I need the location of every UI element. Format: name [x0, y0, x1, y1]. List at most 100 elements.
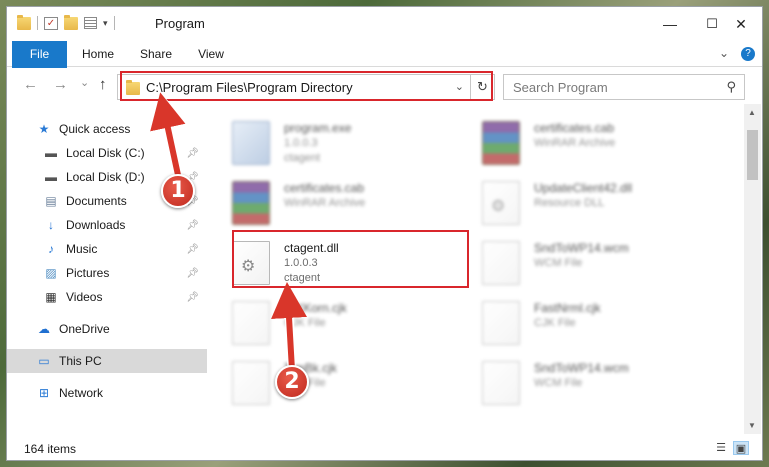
file-item[interactable]: SndToWP14.wcm WCM File — [462, 235, 702, 295]
pictures-icon: ▨ — [45, 266, 57, 280]
file-item[interactable]: TrmBk.cjk CJK File — [212, 355, 452, 415]
file-type: WinRAR Archive — [534, 137, 616, 149]
file-type: WinRAR Archive — [284, 197, 366, 209]
minimize-button[interactable]: — — [647, 7, 693, 41]
chevron-down-icon[interactable]: ▾ — [103, 18, 108, 29]
downloads-icon: ↓ — [48, 218, 54, 232]
recent-locations-button[interactable]: ⌄ — [80, 76, 89, 89]
scroll-down-icon[interactable]: ▼ — [748, 421, 756, 430]
pin-icon[interactable]: 📌︎ — [186, 268, 199, 279]
search-box[interactable]: ⚲ — [503, 74, 745, 100]
videos-icon: ▦ — [45, 290, 57, 304]
file-type: Resource DLL — [534, 197, 605, 209]
dll-file-icon: ⚙ — [482, 181, 520, 225]
large-icons-view-icon[interactable]: ▣ — [733, 441, 749, 455]
divider — [37, 16, 38, 30]
file-name: certificates.cab — [534, 121, 615, 135]
pin-icon[interactable]: 📌︎ — [186, 220, 199, 231]
sidebar-item-label: Documents — [66, 194, 127, 208]
sidebar-item-label: This PC — [59, 354, 102, 368]
application-icon — [232, 121, 270, 165]
status-bar: 164 items ☰ ▣ — [7, 434, 762, 460]
up-button[interactable]: ↑ — [99, 76, 107, 93]
file-item[interactable]: certificates.cab WinRAR Archive — [212, 175, 452, 235]
window-title: Program — [155, 16, 205, 31]
archive-icon — [482, 121, 520, 165]
file-item[interactable]: ⚙ UpdateClient42.dll Resource DLL — [462, 175, 702, 235]
properties-icon[interactable] — [84, 17, 97, 29]
new-folder-icon[interactable] — [64, 14, 78, 30]
file-type: CJK File — [534, 317, 576, 329]
address-bar[interactable]: C:\Program Files\Program Directory ⌄ ↻ — [117, 74, 495, 100]
drive-icon: ▬ — [45, 146, 57, 160]
pin-icon[interactable]: 📌︎ — [186, 292, 199, 303]
pin-icon[interactable]: 📌︎ — [186, 244, 199, 255]
back-button[interactable]: ← — [23, 76, 38, 93]
divider — [113, 16, 115, 30]
file-name: certificates.cab — [284, 181, 365, 195]
file-name: UpdateClient42.dll — [534, 181, 633, 195]
tab-view[interactable]: View — [187, 41, 235, 67]
dll-file-icon: ⚙ — [232, 241, 270, 285]
tab-home[interactable]: Home — [73, 41, 123, 67]
file-item-ctagent-dll[interactable]: ⚙ ctagent.dll 1.0.0.3 ctagent — [212, 235, 452, 295]
sidebar-item-label: Videos — [66, 290, 103, 304]
file-version: 1.0.0.3 — [284, 137, 318, 149]
file-name: SndToWP14.wcm — [534, 361, 629, 375]
help-icon[interactable]: ? — [741, 47, 755, 61]
file-item[interactable]: FastNrml.cjk CJK File — [462, 295, 702, 355]
sidebar-item-videos[interactable]: ▦ Videos 📌︎ — [7, 285, 207, 309]
chevron-down-icon[interactable]: ⌄ — [719, 46, 729, 60]
checkmark-icon[interactable]: ✓ — [44, 16, 58, 30]
file-type: CJK File — [284, 317, 326, 329]
callout-two: 2 — [275, 365, 309, 399]
details-view-icon[interactable]: ☰ — [713, 441, 729, 455]
file-type: WCM File — [534, 257, 583, 269]
documents-icon: ▤ — [45, 194, 57, 208]
sidebar-item-downloads[interactable]: ↓ Downloads 📌︎ — [7, 213, 207, 237]
sidebar-item-label: Local Disk (D:) — [66, 170, 145, 184]
file-icon — [482, 241, 520, 285]
search-input[interactable] — [504, 75, 719, 99]
sidebar-item-label: Music — [66, 242, 98, 256]
vertical-scrollbar[interactable]: ▲ ▼ — [744, 104, 761, 434]
cloud-icon: ☁ — [38, 322, 50, 336]
folder-icon — [126, 80, 140, 95]
search-icon[interactable]: ⚲ — [726, 79, 736, 95]
scroll-up-icon[interactable]: ▲ — [748, 108, 756, 117]
file-item[interactable]: certificates.cab WinRAR Archive — [462, 115, 702, 175]
music-icon: ♪ — [48, 242, 54, 256]
file-name: SndToWP14.wcm — [534, 241, 629, 255]
file-icon — [232, 301, 270, 345]
folder-icon — [17, 14, 31, 30]
sidebar-item-quick-access[interactable]: ★ Quick access — [7, 117, 207, 141]
sidebar-item-music[interactable]: ♪ Music 📌︎ — [7, 237, 207, 261]
refresh-button[interactable]: ↻ — [470, 75, 494, 99]
sidebar-item-network[interactable]: ⊞ Network — [7, 381, 207, 405]
forward-button[interactable]: → — [53, 76, 68, 93]
computer-icon: ▭ — [38, 354, 50, 368]
pin-icon[interactable]: 📌︎ — [186, 148, 199, 159]
scrollbar-thumb[interactable] — [747, 130, 758, 180]
sidebar-item-label: OneDrive — [59, 322, 110, 336]
address-path[interactable]: C:\Program Files\Program Directory — [146, 80, 353, 95]
sidebar-item-pictures[interactable]: ▨ Pictures 📌︎ — [7, 261, 207, 285]
sidebar-item-local-disk-c[interactable]: ▬ Local Disk (C:) 📌︎ — [7, 141, 207, 165]
tab-share[interactable]: Share — [131, 41, 181, 67]
file-type: WCM File — [534, 377, 583, 389]
sidebar-item-this-pc[interactable]: ▭ This PC — [7, 349, 207, 373]
sidebar-item-label: Pictures — [66, 266, 110, 280]
explorer-window: ✓ ▾ Program — ☐ ✕ File Home Share View ⌄… — [6, 6, 763, 461]
sidebar-item-onedrive[interactable]: ☁ OneDrive — [7, 317, 207, 341]
close-button[interactable]: ✕ — [718, 7, 762, 41]
chevron-down-icon[interactable]: ⌄ — [455, 80, 464, 93]
title-bar: ✓ ▾ Program — ☐ ✕ — [7, 7, 762, 41]
file-item[interactable]: program.exe 1.0.0.3 ctagent — [212, 115, 452, 175]
network-icon: ⊞ — [38, 386, 50, 400]
drive-icon: ▬ — [45, 170, 57, 184]
file-icon — [482, 301, 520, 345]
sidebar-item-label: Network — [59, 386, 104, 400]
file-item[interactable]: IEXKorn.cjk CJK File — [212, 295, 452, 355]
file-version: 1.0.0.3 — [284, 257, 318, 269]
file-item[interactable]: SndToWP14.wcm WCM File — [462, 355, 702, 415]
